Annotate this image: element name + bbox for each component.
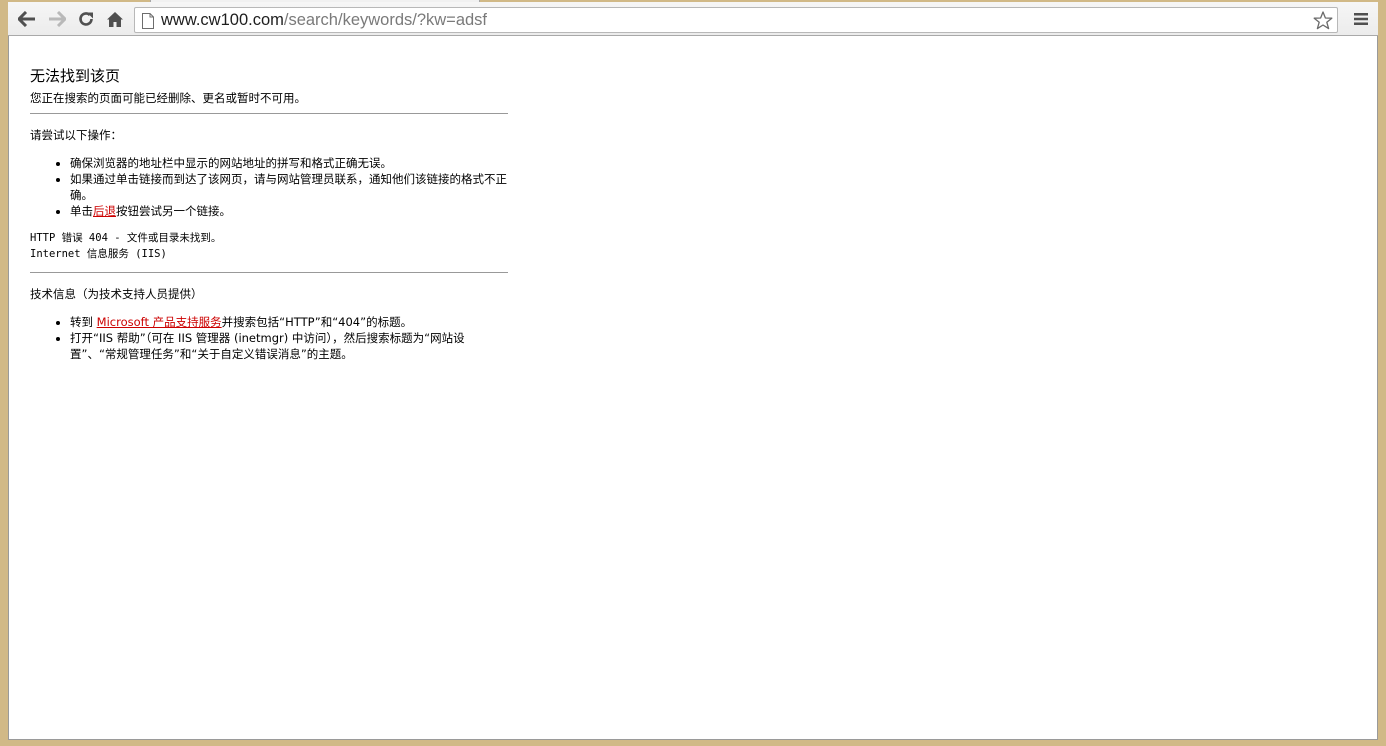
- try-list: 确保浏览器的地址栏中显示的网站地址的拼写和格式正确无误。 如果通过单击链接而到达…: [30, 155, 510, 219]
- server-text: Internet 信息服务 (IIS): [30, 248, 167, 260]
- list-item: 转到 Microsoft 产品支持服务并搜索包括“HTTP”和“404”的标题。: [70, 314, 510, 330]
- divider: [30, 113, 508, 114]
- forward-arrow-icon: [49, 11, 66, 27]
- tech-heading: 技术信息（为技术支持人员提供）: [30, 287, 203, 301]
- microsoft-support-link[interactable]: Microsoft 产品支持服务: [97, 315, 222, 329]
- star-icon: [1313, 10, 1333, 29]
- list-item: 打开“IIS 帮助”（可在 IIS 管理器 (inetmgr) 中访问），然后搜…: [70, 330, 510, 362]
- chrome-menu-button[interactable]: [1350, 8, 1372, 30]
- tech-list: 转到 Microsoft 产品支持服务并搜索包括“HTTP”和“404”的标题。…: [30, 314, 510, 362]
- address-bar[interactable]: www.cw100.com/search/keywords/?kw=adsf: [134, 7, 1338, 33]
- page-subtitle: 您正在搜索的页面可能已经删除、更名或暂时不可用。: [30, 91, 306, 105]
- url-text[interactable]: www.cw100.com/search/keywords/?kw=adsf: [161, 10, 487, 30]
- list-item-text: 按钮尝试另一个链接。: [116, 204, 231, 218]
- url-path: /search/keywords/?kw=adsf: [283, 11, 488, 29]
- http-error-text: HTTP 错误 404 - 文件或目录未找到。: [30, 232, 222, 244]
- error-page-content: 无法找到该页 您正在搜索的页面可能已经删除、更名或暂时不可用。 请尝试以下操作：…: [30, 66, 510, 362]
- try-heading: 请尝试以下操作：: [30, 128, 122, 142]
- bookmark-star-button[interactable]: [1312, 10, 1334, 30]
- list-item: 如果通过单击链接而到达了该网页，请与网站管理员联系，通知他们该链接的格式不正确。: [70, 171, 510, 203]
- browser-window: www.cw100.com/search/keywords/?kw=adsf 无…: [0, 0, 1386, 746]
- page-icon: [142, 13, 154, 29]
- reload-icon: [79, 12, 93, 26]
- browser-toolbar: www.cw100.com/search/keywords/?kw=adsf: [8, 2, 1378, 36]
- home-icon: [107, 11, 123, 27]
- url-host: www.cw100.com: [161, 11, 284, 29]
- list-item-text: 转到: [70, 315, 97, 329]
- back-link[interactable]: 后退: [93, 204, 116, 218]
- reload-button[interactable]: [73, 7, 99, 31]
- list-item-text: 单击: [70, 204, 93, 218]
- list-item: 单击后退按钮尝试另一个链接。: [70, 203, 510, 219]
- list-item: 确保浏览器的地址栏中显示的网站地址的拼写和格式正确无误。: [70, 155, 510, 171]
- page-title: 无法找到该页: [30, 67, 121, 85]
- list-item-text: 并搜索包括“HTTP”和“404”的标题。: [221, 315, 413, 329]
- back-button[interactable]: [14, 7, 40, 31]
- back-arrow-icon: [18, 11, 35, 27]
- home-button[interactable]: [102, 7, 128, 31]
- page-viewport: 无法找到该页 您正在搜索的页面可能已经删除、更名或暂时不可用。 请尝试以下操作：…: [8, 36, 1378, 740]
- divider: [30, 272, 508, 273]
- hamburger-menu-icon: [1354, 13, 1368, 25]
- forward-button[interactable]: [44, 7, 70, 31]
